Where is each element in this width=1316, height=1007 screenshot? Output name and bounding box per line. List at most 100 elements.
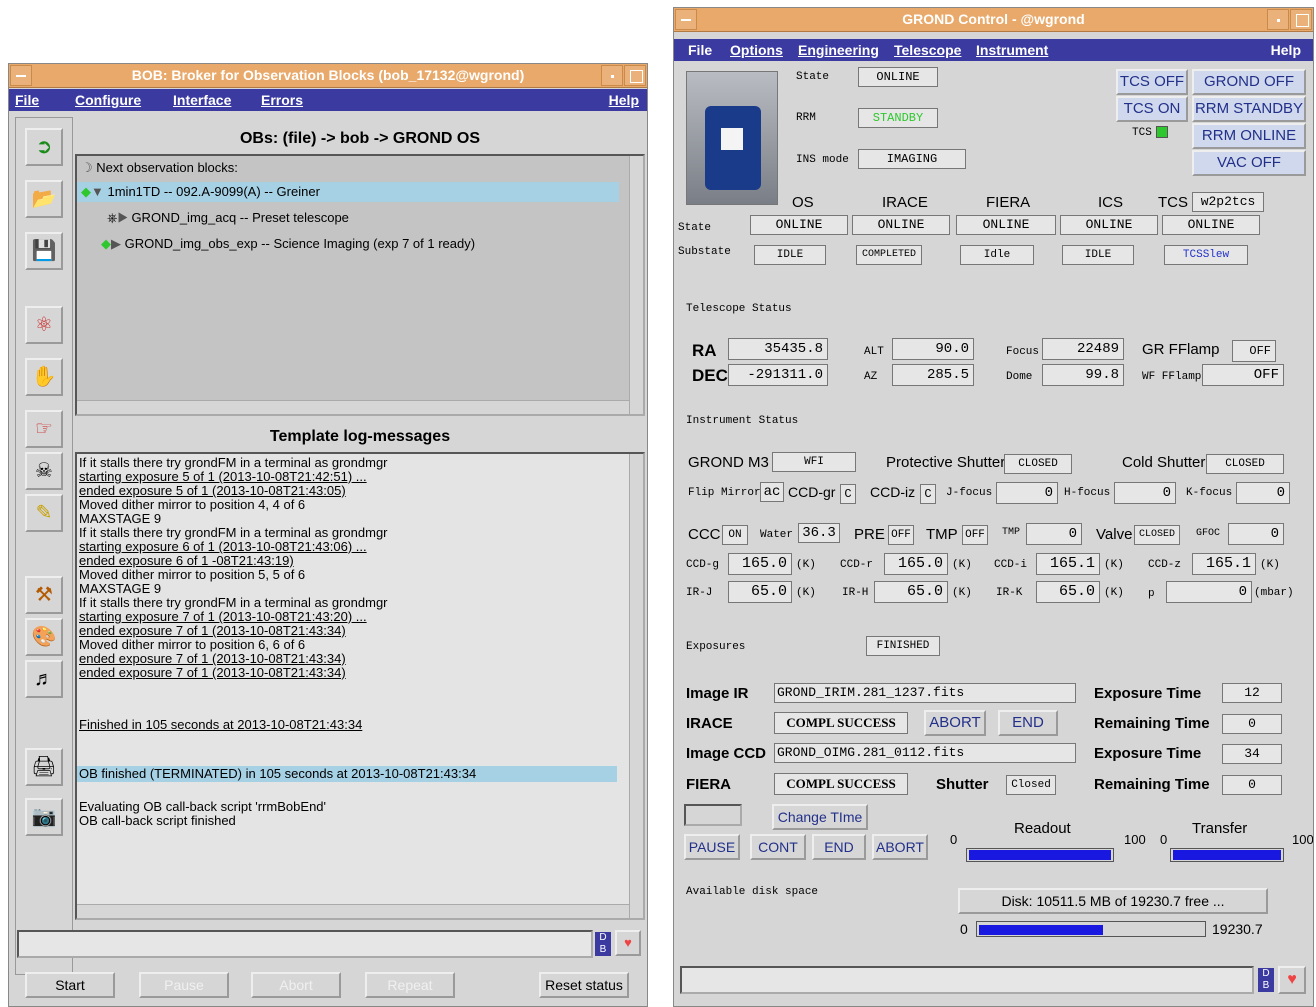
j-focus-label: J-focus xyxy=(946,487,993,499)
point-hand-icon[interactable]: ☞ xyxy=(25,410,63,448)
water-value: 36.3 xyxy=(798,523,840,543)
reset-status-button[interactable]: Reset status xyxy=(539,972,629,998)
menu-file[interactable]: File xyxy=(15,89,39,111)
maximize-icon[interactable] xyxy=(1290,9,1312,30)
music-note-icon[interactable]: ♬ xyxy=(25,660,63,698)
menu-file[interactable]: File xyxy=(688,39,712,61)
change-time-button[interactable]: Change TIme xyxy=(772,804,868,830)
tree-hscroll[interactable] xyxy=(77,400,629,414)
tools-icon[interactable]: ⚒ xyxy=(25,576,63,614)
image-ir-label: Image IR xyxy=(686,685,749,702)
ob-tree-list[interactable]: ☽ Next observation blocks: ◆▼ 1min1TD --… xyxy=(75,154,645,416)
printer-icon[interactable]: 🖨 xyxy=(25,748,63,786)
rrm-standby-button[interactable]: RRM STANDBY xyxy=(1192,96,1306,122)
rrm-online-button[interactable]: RRM ONLINE xyxy=(1192,123,1306,149)
ccd-z-value: 165.1 xyxy=(1192,553,1256,575)
m3-label: GROND M3 xyxy=(688,454,769,471)
expand-arrow-icon[interactable]: ▼ xyxy=(91,184,104,199)
log-vscroll[interactable] xyxy=(629,454,643,918)
end-button[interactable]: END xyxy=(812,834,866,860)
log-hscroll[interactable] xyxy=(77,904,629,918)
menu-help[interactable]: Help xyxy=(1271,39,1301,61)
window-menu-icon[interactable] xyxy=(10,65,32,86)
change-time-input[interactable] xyxy=(684,804,742,826)
heart-icon[interactable]: ♥ xyxy=(615,930,641,956)
log-line: starting exposure 7 of 1 (2013-10-08T21:… xyxy=(79,609,367,624)
tree-vscroll[interactable] xyxy=(629,156,643,414)
menu-engineering[interactable]: Engineering xyxy=(798,39,879,61)
grond-off-button[interactable]: GROND OFF xyxy=(1192,69,1306,95)
log-line: starting exposure 5 of 1 (2013-10-08T21:… xyxy=(79,469,367,484)
menu-help[interactable]: Help xyxy=(609,89,639,111)
menu-configure[interactable]: Configure xyxy=(75,89,141,111)
abort-button[interactable]: ABORT xyxy=(872,834,928,860)
menu-instrument[interactable]: Instrument xyxy=(976,39,1048,61)
menu-options[interactable]: Options xyxy=(730,39,783,61)
irace-abort-button[interactable]: ABORT xyxy=(924,710,986,736)
notes-icon[interactable]: ✎ xyxy=(25,494,63,532)
irace-end-button[interactable]: END xyxy=(998,710,1058,736)
pressure-value: 0 xyxy=(1166,581,1252,603)
bob-titlebar[interactable]: BOB: Broker for Observation Blocks (bob_… xyxy=(9,64,647,88)
db-icon[interactable]: DB xyxy=(1258,968,1274,992)
tree-ob[interactable]: ◆▼ 1min1TD -- 092.A-9099(A) -- Greiner xyxy=(81,184,320,200)
minimize-icon[interactable] xyxy=(601,65,623,86)
ob-node-icon: ◆ xyxy=(81,184,91,199)
readout-progress-track xyxy=(966,848,1114,862)
menu-errors[interactable]: Errors xyxy=(261,89,303,111)
h-focus-label: H-focus xyxy=(1064,487,1111,499)
ccd-i-unit: (K) xyxy=(1104,559,1124,571)
minimize-icon[interactable] xyxy=(1267,9,1289,30)
window-menu-icon[interactable] xyxy=(675,9,697,30)
pause-button[interactable]: Pause xyxy=(139,972,229,998)
pause-button[interactable]: PAUSE xyxy=(684,834,740,860)
tcs-off-button[interactable]: TCS OFF xyxy=(1116,69,1188,95)
ccd-g-unit: (K) xyxy=(796,559,816,571)
log-line: MAXSTAGE 9 xyxy=(79,511,162,526)
db-icon[interactable]: DB xyxy=(595,932,611,956)
tcs-led-label: TCS xyxy=(1132,127,1152,139)
tree-template-2[interactable]: ◆▶ GROND_img_obs_exp -- Science Imaging … xyxy=(101,236,475,252)
alt-label: ALT xyxy=(864,346,884,358)
tree-template-1[interactable]: ⎈▶ GROND_img_acq -- Preset telescope xyxy=(107,210,349,226)
col-irace: IRACE xyxy=(882,194,928,211)
palette-icon[interactable]: 🎨 xyxy=(25,618,63,656)
grond-status-field[interactable] xyxy=(680,966,1254,994)
start-button[interactable]: Start xyxy=(25,972,115,998)
cont-button[interactable]: CONT xyxy=(750,834,806,860)
stop-hand-icon[interactable]: ✋ xyxy=(25,358,63,396)
grond-menubar: File Options Engineering Telescope Instr… xyxy=(674,39,1313,61)
collapse-arrow-icon[interactable]: ▶ xyxy=(117,210,127,225)
ra-label: RA xyxy=(692,341,717,360)
disk-button[interactable]: Disk: 10511.5 MB of 19230.7 free ... xyxy=(958,888,1268,914)
menu-telescope[interactable]: Telescope xyxy=(894,39,961,61)
load-ob-icon[interactable]: ➲ xyxy=(25,128,63,166)
telescope-icon[interactable]: ⚛ xyxy=(25,306,63,344)
exptime-ccd-value: 34 xyxy=(1222,744,1282,764)
vac-off-button[interactable]: VAC OFF xyxy=(1192,150,1306,176)
repeat-button[interactable]: Repeat xyxy=(365,972,455,998)
heart-icon[interactable]: ♥ xyxy=(1278,966,1306,994)
gfoc-label: GFOC xyxy=(1196,528,1221,539)
bob-status-field[interactable] xyxy=(17,930,593,958)
camera-icon[interactable]: 📷 xyxy=(25,798,63,836)
k-focus-value: 0 xyxy=(1236,482,1290,504)
tcs-led xyxy=(1156,126,1168,138)
flip-mirror-value: ac xyxy=(760,482,784,502)
open-folder-icon[interactable]: 📂 xyxy=(25,180,63,218)
ccd-gr-value: C xyxy=(840,484,856,504)
maximize-icon[interactable] xyxy=(624,65,646,86)
abort-button[interactable]: Abort xyxy=(251,972,341,998)
protective-shutter-label: Protective Shutter xyxy=(886,454,1006,471)
dec-label: DEC xyxy=(692,366,728,385)
bob-toolbar: ➲ 📂 💾 ⚛ ✋ ☞ ☠ ✎ ⚒ 🎨 ♬ 🖨 📷 xyxy=(15,117,73,975)
remtime-ccd-value: 0 xyxy=(1222,775,1282,795)
save-disk-icon[interactable]: 💾 xyxy=(25,232,63,270)
tcs-on-button[interactable]: TCS ON xyxy=(1116,96,1188,122)
collapse-arrow-icon[interactable]: ▶ xyxy=(111,236,121,251)
insmode-label: INS mode xyxy=(796,154,849,166)
grond-titlebar[interactable]: GROND Control - @wgrond xyxy=(674,8,1313,32)
log-box[interactable]: If it stalls there try grondFM in a term… xyxy=(75,452,645,920)
menu-interface[interactable]: Interface xyxy=(173,89,231,111)
skull-icon[interactable]: ☠ xyxy=(25,452,63,490)
